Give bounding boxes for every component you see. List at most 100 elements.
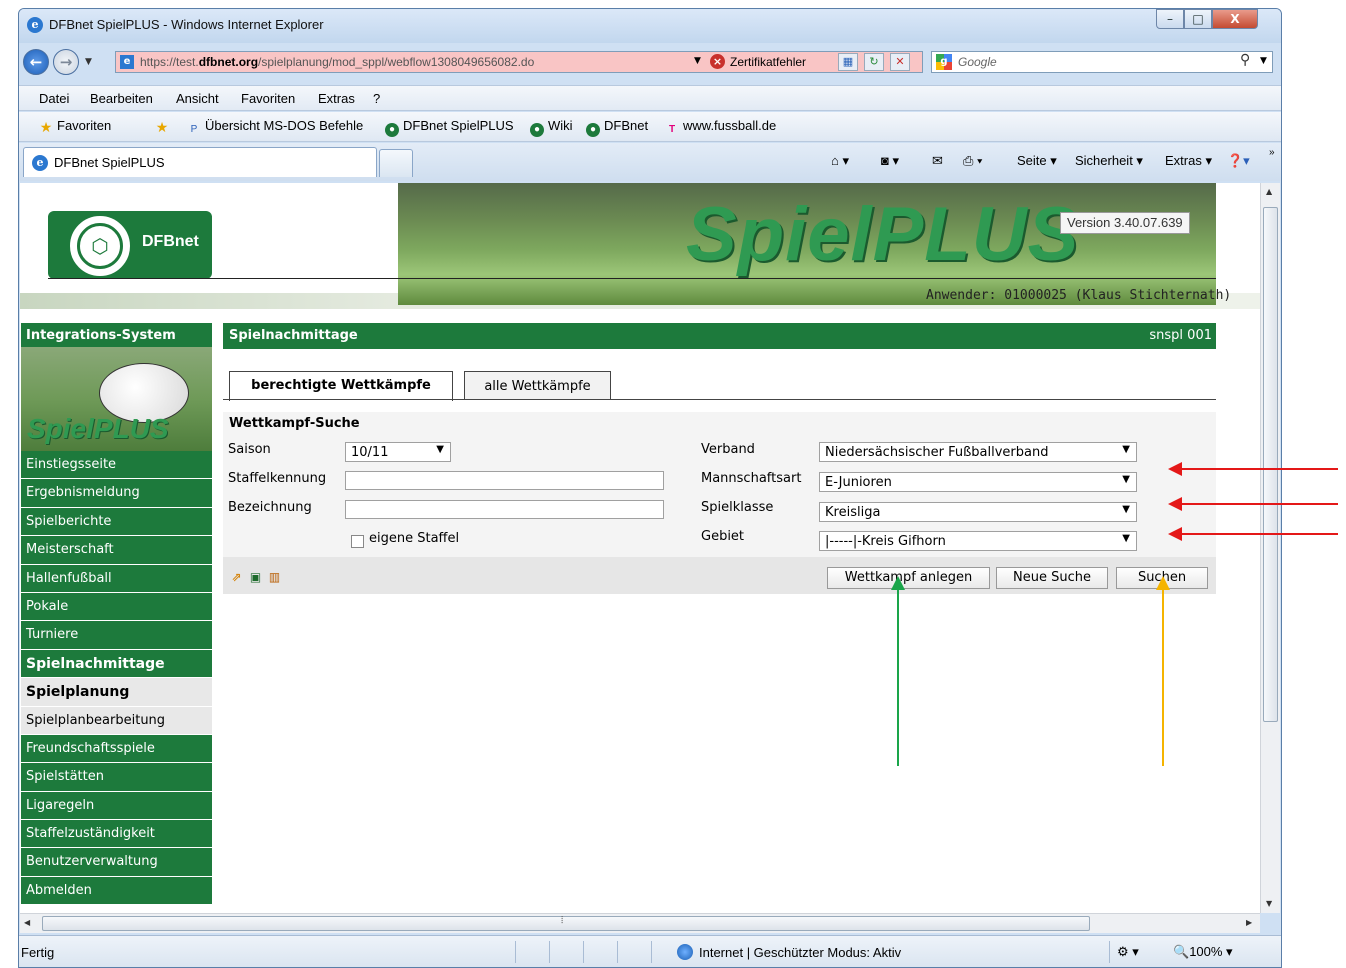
staffelkennung-input[interactable] (345, 471, 664, 490)
favorite-dfbnet-spielplus[interactable]: ● DFBnet SpielPLUS (385, 118, 514, 137)
horizontal-scroll-thumb[interactable]: ⦙ (42, 915, 1090, 931)
favorites-button[interactable]: ★ Favoriten (39, 118, 111, 134)
tab-berechtigte-wettkaempfe[interactable]: berechtigte Wettkämpfe (229, 371, 453, 401)
zoom-level[interactable]: 🔍100% ▾ (1173, 944, 1233, 960)
menu-ansicht[interactable]: Ansicht (176, 91, 219, 106)
sidebar-item-meisterschaft[interactable]: Meisterschaft (21, 536, 212, 565)
wettkampf-anlegen-button[interactable]: Wettkampf anlegen (827, 567, 990, 589)
spielklasse-label: Spielklasse (701, 500, 774, 515)
scroll-right-icon[interactable]: ▶ (1246, 918, 1252, 927)
minimize-button[interactable]: – (1156, 9, 1184, 29)
sidebar-item-spielnachmittage[interactable]: Spielnachmittage (21, 649, 212, 679)
sidebar-brand: SpielPLUS (27, 413, 169, 444)
search-icon[interactable]: ⚲ (1240, 52, 1250, 68)
horizontal-scrollbar[interactable]: ◀ ⦙ ▶ (20, 913, 1260, 933)
scroll-down-icon[interactable]: ▼ (1266, 899, 1272, 908)
vertical-scrollbar[interactable]: ▲ ▼ (1260, 183, 1280, 913)
certificate-error-label[interactable]: Zertifikatfehler (730, 55, 806, 69)
protected-mode-icon[interactable]: ⚙ ▾ (1117, 944, 1139, 960)
sidebar-item-benutzerverwaltung[interactable]: Benutzerverwaltung (21, 848, 212, 877)
status-text: Fertig (21, 945, 55, 960)
address-bar[interactable]: e https://test.dfbnet.org/spielplanung/m… (115, 51, 923, 73)
gebiet-value: |-----|-Kreis Gifhorn (825, 534, 946, 549)
spielklasse-select[interactable]: Kreisliga ▼ (819, 502, 1137, 522)
main-header: Spielnachmittage snspl 001 (223, 323, 1216, 349)
stop-icon[interactable]: ✕ (890, 53, 910, 71)
menu-help[interactable]: ? (373, 91, 380, 106)
compatibility-view-icon[interactable]: ▦ (838, 53, 858, 71)
delete-icon[interactable]: ▥ (266, 569, 283, 586)
sidebar-item-spielstaetten[interactable]: Spielstätten (21, 763, 212, 792)
sidebar-item-ligaregeln[interactable]: Ligaregeln (21, 791, 212, 821)
menu-favoriten[interactable]: Favoriten (241, 91, 295, 106)
refresh-icon[interactable]: ↻ (864, 53, 884, 71)
help-icon[interactable]: ❓▾ (1227, 153, 1250, 169)
forward-button[interactable]: → (53, 49, 79, 75)
annotation-arrow-red (1182, 503, 1338, 505)
search-placeholder[interactable]: Google (958, 55, 997, 69)
sidebar-item-einstiegsseite[interactable]: Einstiegsseite (21, 451, 212, 480)
mannschaftsart-select[interactable]: E-Junioren ▼ (819, 472, 1137, 492)
sidebar-item-spielberichte[interactable]: Spielberichte (21, 507, 212, 537)
chevron-more-icon[interactable]: » (1269, 147, 1275, 158)
feeds-icon[interactable]: ◙ ▾ (881, 153, 899, 169)
search-box[interactable]: g Google ⚲ ▼ (931, 51, 1273, 73)
save-icon[interactable]: ▣ (247, 569, 264, 586)
sidebar-item-pokale[interactable]: Pokale (21, 592, 212, 622)
verband-select[interactable]: Niedersächsischer Fußballverband ▼ (819, 442, 1137, 462)
menu-extras[interactable]: Extras (318, 91, 355, 106)
address-dropdown-icon[interactable]: ▼ (694, 56, 701, 66)
eigene-staffel-checkbox[interactable] (351, 535, 364, 548)
gebiet-select[interactable]: |-----|-Kreis Gifhorn ▼ (819, 531, 1137, 551)
scroll-up-icon[interactable]: ▲ (1266, 187, 1272, 196)
menu-bearbeiten[interactable]: Bearbeiten (90, 91, 153, 106)
sidebar-item-freundschaftsspiele[interactable]: Freundschaftsspiele (21, 734, 212, 764)
new-tab-button[interactable] (379, 149, 413, 177)
sidebar-item-turniere[interactable]: Turniere (21, 621, 212, 650)
sidebar-item-hallenfussball[interactable]: Hallenfußball (21, 564, 212, 593)
menu-datei[interactable]: Datei (39, 91, 69, 106)
certificate-error-icon[interactable]: × (710, 54, 725, 69)
close-button[interactable]: X (1212, 9, 1258, 29)
favorite-wiki[interactable]: ● Wiki (530, 118, 573, 137)
search-dropdown-icon[interactable]: ▼ (1260, 56, 1267, 66)
security-menu[interactable]: Sicherheit ▾ (1075, 153, 1143, 169)
sidebar-image: SpielPLUS (21, 347, 212, 451)
history-dropdown-icon[interactable]: ▼ (85, 57, 92, 67)
browser-tab-active[interactable]: e DFBnet SpielPLUS (23, 147, 377, 177)
dfbnet-logo[interactable]: ⬡ DFBnet (48, 211, 212, 279)
sidebar-item-abmelden[interactable]: Abmelden (21, 876, 212, 906)
favorite-fussball-de[interactable]: Twww.fussball.de (665, 118, 776, 137)
export-icon[interactable]: ⇗ (228, 569, 245, 586)
window-title: DFBnet SpielPLUS - Windows Internet Expl… (49, 17, 324, 32)
search-form: Wettkampf-Suche Saison 10/11 ▼ Staffelken… (223, 412, 1216, 594)
sidebar-item-spielplanung[interactable]: Spielplanung (21, 678, 212, 707)
bezeichnung-input[interactable] (345, 500, 664, 519)
scroll-left-icon[interactable]: ◀ (24, 918, 30, 927)
maximize-button[interactable]: □ (1184, 9, 1212, 29)
print-icon[interactable]: ⎙ ▾ (963, 153, 982, 169)
mail-icon[interactable]: ✉ (932, 153, 943, 169)
sidebar-header: Integrations-System (21, 323, 212, 347)
menu-bar: Datei Bearbeiten Ansicht Favoriten Extra… (19, 85, 1281, 111)
tab-alle-wettkaempfe[interactable]: alle Wettkämpfe (464, 371, 611, 400)
vertical-scroll-thumb[interactable] (1263, 207, 1278, 722)
neue-suche-button[interactable]: Neue Suche (996, 567, 1108, 589)
add-favorite-icon[interactable]: ★ (155, 118, 173, 134)
extras-menu[interactable]: Extras ▾ (1165, 153, 1212, 169)
sidebar-item-ergebnismeldung[interactable]: Ergebnismeldung (21, 479, 212, 508)
dfb-icon: ● (586, 123, 600, 137)
browser-window: e DFBnet SpielPLUS - Windows Internet Ex… (18, 8, 1282, 968)
sidebar: Integrations-System SpielPLUS Einstiegss… (21, 323, 212, 906)
home-icon[interactable]: ⌂ ▾ (831, 153, 849, 169)
sidebar-item-staffelzustaendigkeit[interactable]: Staffelzuständigkeit (21, 820, 212, 849)
back-button[interactable]: ← (23, 49, 49, 75)
page-menu[interactable]: Seite ▾ (1017, 153, 1057, 169)
sidebar-item-spielplanbearbeitung[interactable]: Spielplanbearbeitung (21, 706, 212, 735)
favorite-dfbnet[interactable]: ● DFBnet (586, 118, 648, 137)
security-zone[interactable]: Internet | Geschützter Modus: Aktiv (699, 945, 901, 960)
saison-select[interactable]: 10/11 ▼ (345, 442, 451, 462)
favorite-ms-dos[interactable]: P Übersicht MS-DOS Befehle (187, 118, 364, 137)
url-text[interactable]: https://test.dfbnet.org/spielplanung/mod… (140, 55, 534, 69)
eigene-staffel-label: eigene Staffel (369, 531, 460, 546)
